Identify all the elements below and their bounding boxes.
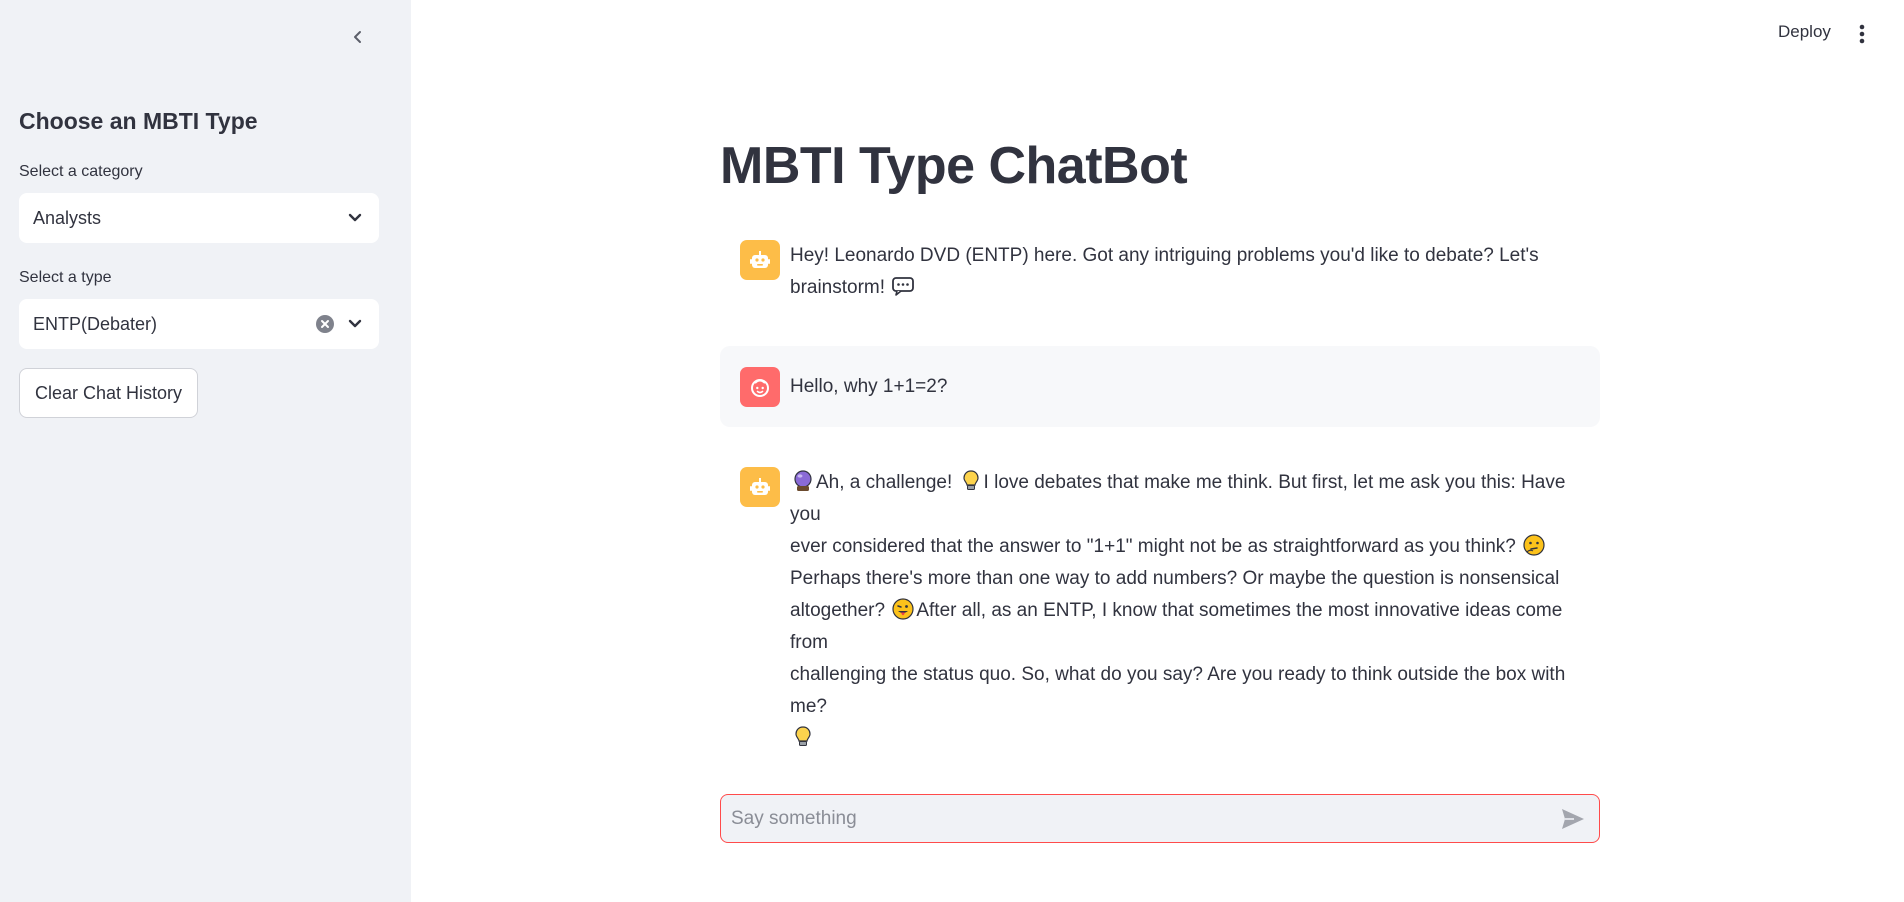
clear-selection-icon[interactable] <box>315 314 335 334</box>
message-text: Ah, a challenge! I love debates that mak… <box>790 467 1580 755</box>
message-text: Hey! Leonardo DVD (ENTP) here. Got any i… <box>790 240 1539 304</box>
type-select-value: ENTP(Debater) <box>33 313 158 334</box>
chevron-down-icon <box>345 314 365 334</box>
type-label: Select a type <box>19 269 112 286</box>
category-label: Select a category <box>19 163 143 180</box>
chat-message-assistant: Hey! Leonardo DVD (ENTP) here. Got any i… <box>720 240 1600 304</box>
bot-avatar-icon <box>740 467 780 507</box>
chat-message-user: Hello, why 1+1=2? <box>720 346 1600 427</box>
bot-avatar-icon <box>740 240 780 280</box>
sidebar: Choose an MBTI Type Select a category An… <box>0 0 411 902</box>
light-bulb-icon <box>962 470 979 490</box>
sidebar-title: Choose an MBTI Type <box>19 108 258 134</box>
type-select[interactable]: ENTP(Debater) <box>19 299 379 349</box>
message-line: Hey! Leonardo DVD (ENTP) here. Got any i… <box>790 245 1539 266</box>
thinking-face-icon <box>1523 534 1545 556</box>
light-bulb-icon <box>795 726 811 746</box>
chevron-down-icon <box>345 208 365 228</box>
collapse-sidebar-button[interactable] <box>345 24 371 50</box>
message-segment: altogether? <box>790 600 886 621</box>
category-select-value: Analysts <box>33 207 102 228</box>
winking-face-tongue-icon <box>892 598 914 620</box>
crystal-ball-icon <box>794 470 812 491</box>
message-segment: challenging the status quo. So, what do … <box>790 664 1566 717</box>
category-select[interactable]: Analysts <box>19 193 379 243</box>
message-text: Hello, why 1+1=2? <box>790 375 948 397</box>
chat-input[interactable] <box>731 807 1557 830</box>
deploy-button[interactable]: Deploy <box>1778 22 1831 42</box>
message-segment: Ah, a challenge! <box>816 472 953 493</box>
send-icon[interactable] <box>1557 803 1589 835</box>
speech-bubble-icon <box>892 277 915 296</box>
clear-chat-history-button[interactable]: Clear Chat History <box>19 368 199 418</box>
page-title: MBTI Type ChatBot <box>720 137 1188 195</box>
chat-input-container <box>720 794 1600 843</box>
chevron-left-icon <box>354 31 361 43</box>
message-line: brainstorm! <box>790 277 886 298</box>
more-options-icon[interactable] <box>1854 22 1870 46</box>
message-segment: ever considered that the answer to "1+1"… <box>790 536 1516 557</box>
message-segment: Perhaps there's more than one way to add… <box>790 568 1560 589</box>
chat-message-assistant: Ah, a challenge! I love debates that mak… <box>720 467 1600 755</box>
user-avatar-icon <box>740 366 780 407</box>
